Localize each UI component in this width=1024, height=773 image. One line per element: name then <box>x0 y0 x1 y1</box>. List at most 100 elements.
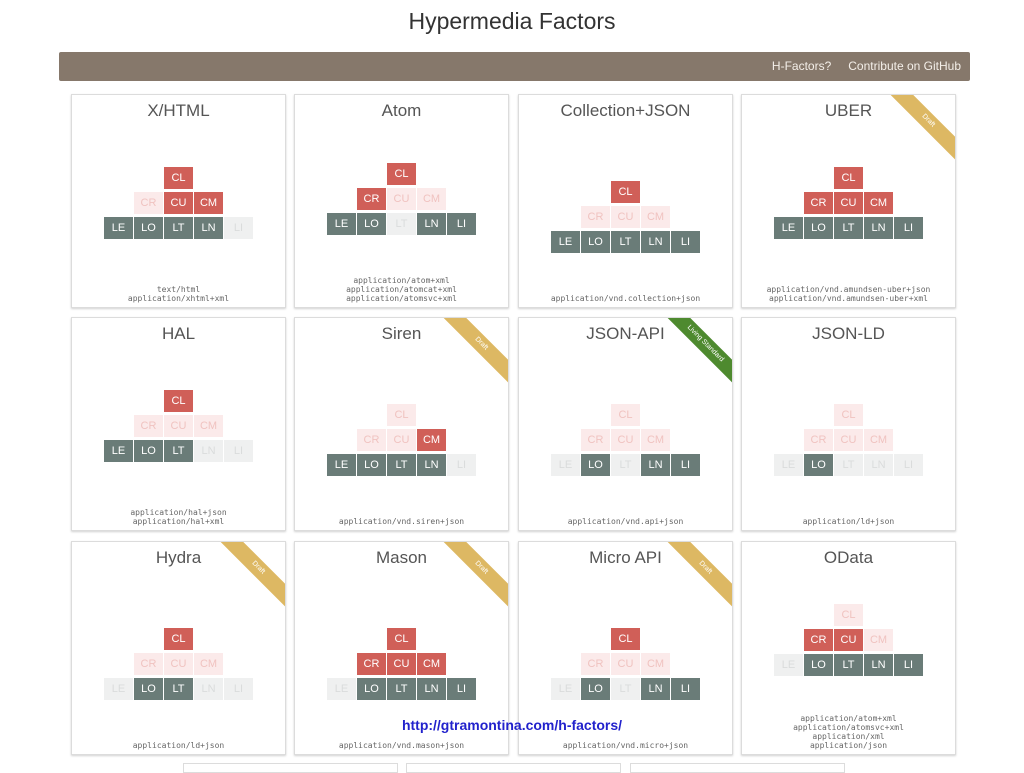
factor-lo-supported: LO <box>804 217 833 239</box>
next-row-card-stub <box>183 763 398 773</box>
factor-lt-unsupported: LT <box>387 213 416 235</box>
factor-lt-unsupported: LT <box>834 454 863 476</box>
media-type: application/atom+xml <box>353 276 450 285</box>
factor-lt-unsupported: LT <box>611 454 640 476</box>
factor-cr-unsupported: CR <box>581 206 610 228</box>
factor-lt-supported: LT <box>387 678 416 700</box>
factor-cl-supported: CL <box>611 628 640 650</box>
media-type: application/hal+json <box>130 508 227 517</box>
factor-cu-unsupported: CU <box>387 188 416 210</box>
factor-ln-unsupported: LN <box>194 440 223 462</box>
factor-ln-supported: LN <box>194 217 223 239</box>
format-card-json-ld[interactable]: JSON-LD CL CR CU CM LE LO LT LN LI application/ld+… <box>741 317 956 531</box>
media-types-list: application/ld+json <box>72 741 285 750</box>
factor-le-unsupported: LE <box>551 678 580 700</box>
factor-cl-supported: CL <box>834 167 863 189</box>
factor-li-unsupported: LI <box>224 440 253 462</box>
factor-cu-supported: CU <box>164 192 193 214</box>
factor-cr-unsupported: CR <box>357 429 386 451</box>
factor-cu-unsupported: CU <box>834 429 863 451</box>
format-card-collection-json[interactable]: Collection+JSON CL CR CU CM LE LO LT LN LI applica… <box>518 94 733 308</box>
media-type: application/xhtml+xml <box>127 294 230 303</box>
factor-cm-supported: CM <box>417 653 446 675</box>
factor-ln-supported: LN <box>864 654 893 676</box>
factor-lt-supported: LT <box>164 440 193 462</box>
media-types-list: application/vnd.amundsen-uber+json applic… <box>742 285 955 303</box>
factor-cr-supported: CR <box>804 629 833 651</box>
factor-lo-supported: LO <box>357 454 386 476</box>
format-card-hal[interactable]: HAL CL CR CU CM LE LO LT LN LI application/hal+jso… <box>71 317 286 531</box>
card-title: OData <box>823 548 874 567</box>
factor-cl-supported: CL <box>164 628 193 650</box>
media-type: application/vnd.api+json <box>567 517 684 526</box>
factor-cm-unsupported: CM <box>641 206 670 228</box>
factor-cr-unsupported: CR <box>581 429 610 451</box>
factor-le-unsupported: LE <box>327 678 356 700</box>
media-type: application/ld+json <box>132 741 225 750</box>
factor-lt-supported: LT <box>834 217 863 239</box>
format-card-uber[interactable]: UBER Draft CL CR CU CM LE LO LT LN LI application/v… <box>741 94 956 308</box>
factor-lt-supported: LT <box>164 678 193 700</box>
factor-lo-supported: LO <box>581 454 610 476</box>
page-title: Hypermedia Factors <box>408 8 616 34</box>
factor-cu-supported: CU <box>834 629 863 651</box>
factor-cm-unsupported: CM <box>194 653 223 675</box>
factor-li-supported: LI <box>671 454 700 476</box>
format-card-atom[interactable]: Atom CL CR CU CM LE LO LT LN LI application/atom+x… <box>294 94 509 308</box>
factor-cu-unsupported: CU <box>611 206 640 228</box>
format-card-json-api[interactable]: JSON-API Living Standard CL CR CU CM LE LO LT LN L… <box>518 317 733 531</box>
factor-cr-unsupported: CR <box>134 415 163 437</box>
factor-li-unsupported: LI <box>224 678 253 700</box>
factor-cm-unsupported: CM <box>194 415 223 437</box>
factor-le-supported: LE <box>327 454 356 476</box>
factor-le-supported: LE <box>774 217 803 239</box>
factor-cr-unsupported: CR <box>134 653 163 675</box>
factor-le-unsupported: LE <box>104 678 133 700</box>
factor-le-unsupported: LE <box>551 454 580 476</box>
factor-le-supported: LE <box>104 217 133 239</box>
factor-cu-unsupported: CU <box>611 429 640 451</box>
factor-ln-supported: LN <box>417 213 446 235</box>
factor-li-unsupported: LI <box>894 454 923 476</box>
card-title: X/HTML <box>147 101 210 120</box>
factor-lo-supported: LO <box>804 454 833 476</box>
format-card-siren[interactable]: Siren Draft CL CR CU CM LE LO LT LN LI application/… <box>294 317 509 531</box>
factor-cm-unsupported: CM <box>864 629 893 651</box>
factor-lo-supported: LO <box>357 213 386 235</box>
media-type: application/vnd.siren+json <box>338 517 465 526</box>
next-row-card-stub <box>406 763 621 773</box>
factor-ln-supported: LN <box>641 678 670 700</box>
factor-cr-unsupported: CR <box>804 429 833 451</box>
media-types-list: application/vnd.collection+json <box>519 294 732 303</box>
factor-ln-supported: LN <box>417 454 446 476</box>
nav-link-github[interactable]: Contribute on GitHub <box>848 59 961 73</box>
factor-cu-supported: CU <box>834 192 863 214</box>
card-title: HAL <box>161 324 196 343</box>
media-type: application/atomcat+xml <box>346 285 457 294</box>
factor-li-supported: LI <box>447 213 476 235</box>
source-url-caption[interactable]: http://gtramontina.com/h-factors/ <box>0 717 1024 733</box>
nav-link-h-factors[interactable]: H-Factors? <box>772 59 831 73</box>
format-card-x-html[interactable]: X/HTML CL CR CU CM LE LO LT LN LI text/html applica… <box>71 94 286 308</box>
factor-lo-supported: LO <box>134 217 163 239</box>
factor-ln-supported: LN <box>641 231 670 253</box>
factor-li-supported: LI <box>447 678 476 700</box>
card-title: JSON-LD <box>812 324 885 343</box>
factor-le-unsupported: LE <box>774 654 803 676</box>
media-types-list: text/html application/xhtml+xml <box>72 285 285 303</box>
factor-cm-unsupported: CM <box>417 188 446 210</box>
media-types-list: application/vnd.mason+json <box>295 741 508 750</box>
factor-cr-unsupported: CR <box>134 192 163 214</box>
media-type: application/vnd.micro+json <box>562 741 689 750</box>
top-navbar: H-Factors? Contribute on GitHub <box>59 52 970 81</box>
factor-lo-supported: LO <box>357 678 386 700</box>
factor-cl-unsupported: CL <box>387 404 416 426</box>
factor-le-supported: LE <box>327 213 356 235</box>
factor-ln-supported: LN <box>864 217 893 239</box>
card-title: Collection+JSON <box>560 101 691 120</box>
factor-li-supported: LI <box>671 678 700 700</box>
factor-le-supported: LE <box>551 231 580 253</box>
factor-ln-supported: LN <box>417 678 446 700</box>
factor-lt-supported: LT <box>164 217 193 239</box>
factor-cm-unsupported: CM <box>864 429 893 451</box>
